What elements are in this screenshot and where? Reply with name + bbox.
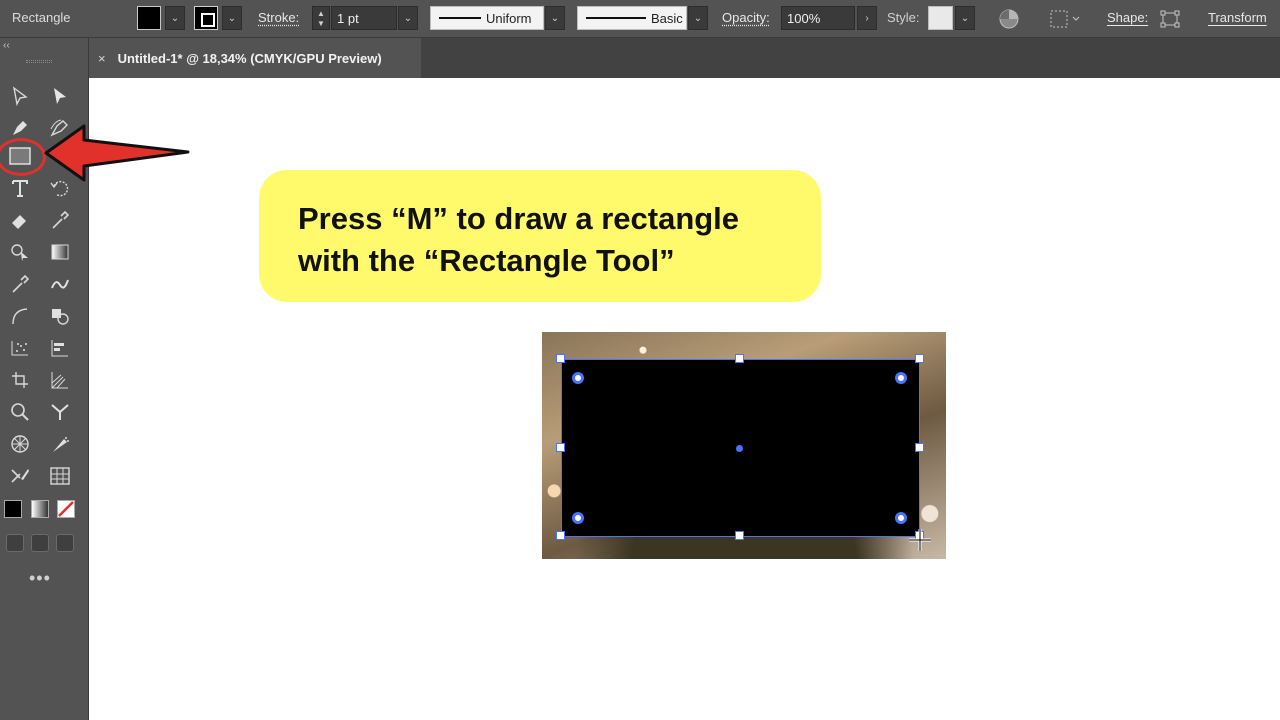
stroke-label[interactable]: Stroke: [258,10,299,25]
knife-tool-icon[interactable] [46,430,74,458]
eraser-tool-icon[interactable] [6,206,34,234]
opacity-field[interactable]: 100% [781,6,855,30]
gradient-tool-icon[interactable] [46,238,74,266]
instruction-callout: Press “M” to draw a rectangle with the “… [259,170,821,302]
stroke-weight-field[interactable]: 1 pt [331,6,397,30]
rectangle-center-point [736,445,743,452]
shape-builder-tool-icon[interactable] [6,238,34,266]
symbol-sprayer-icon[interactable] [6,334,34,362]
corner-radius-widget-bottom-right[interactable] [895,512,907,524]
opacity-expand-icon[interactable]: › [857,6,877,30]
fill-indicator[interactable] [4,500,22,518]
artboard-tool-icon[interactable] [6,366,34,394]
corner-radius-widget-top-right[interactable] [895,372,907,384]
corner-radius-widget-top-left[interactable] [572,372,584,384]
bounding-handle-middle-left[interactable] [556,443,565,452]
callout-line-2: with the “Rectangle Tool” [298,243,675,278]
shape-label[interactable]: Shape: [1107,10,1148,25]
shape-properties-icon[interactable] [1159,6,1181,31]
style-label: Style: [887,10,920,25]
bounding-handle-top-center[interactable] [735,354,744,363]
collapse-panel-icon[interactable]: ‹‹ [3,40,10,51]
document-tab[interactable]: × Untitled-1* @ 18,34% (CMYK/GPU Preview… [89,38,421,78]
perspective-grid-icon[interactable] [46,366,74,394]
rectangle-tool-highlight [0,138,46,176]
draw-behind-icon[interactable] [31,534,49,552]
column-graph-icon[interactable] [46,334,74,362]
recolor-artwork-icon[interactable] [998,6,1020,31]
control-bar: Rectangle ⌄ ⌄ Stroke: ▲ ▼ 1 pt ⌄ Uniform … [0,0,1280,38]
none-indicator[interactable] [57,500,75,518]
bounding-handle-top-right[interactable] [915,354,924,363]
variable-width-chevron-icon[interactable]: ⌄ [545,6,565,30]
bounding-handle-bottom-left[interactable] [556,531,565,540]
stroke-color-swatch[interactable] [194,6,218,30]
selection-tool-icon[interactable] [6,82,34,110]
arc-tool-icon[interactable] [6,302,34,330]
brush-chevron-icon[interactable]: ⌄ [688,6,708,30]
brush-label: Basic [651,10,683,26]
crosshair-cursor-icon [909,529,931,551]
zoom-tool-icon[interactable] [6,398,34,426]
brush-definition[interactable]: Basic [577,6,687,30]
variable-width-profile[interactable]: Uniform [430,6,544,30]
corner-radius-widget-bottom-left[interactable] [572,512,584,524]
warp-tool-icon[interactable] [6,430,34,458]
edit-toolbar-icon[interactable]: ••• [29,568,51,589]
direct-selection-tool-icon[interactable] [46,82,74,110]
mesh-tool-icon[interactable] [46,462,74,490]
fill-dropdown-chevron-icon[interactable]: ⌄ [165,6,185,30]
fill-color-swatch[interactable] [137,6,161,30]
variable-width-label: Uniform [486,10,532,26]
stroke-weight-chevron-icon[interactable]: ⌄ [398,6,418,30]
scissors-brush-icon[interactable] [6,462,34,490]
draw-normal-icon[interactable] [6,534,24,552]
close-tab-icon[interactable]: × [98,51,106,66]
bounding-handle-middle-right[interactable] [915,443,924,452]
stroke-weight-stepper[interactable]: ▲ ▼ [312,6,330,30]
gradient-indicator[interactable] [31,500,49,518]
opacity-label[interactable]: Opacity: [722,10,770,25]
live-paint-icon[interactable] [46,302,74,330]
graphic-style-swatch[interactable] [928,6,953,30]
pointer-arrow-annotation [44,124,190,182]
document-tab-bar: × Untitled-1* @ 18,34% (CMYK/GPU Preview… [89,38,1280,78]
stroke-dropdown-chevron-icon[interactable]: ⌄ [222,6,242,30]
tool-name-label: Rectangle [12,10,71,25]
align-to-icon[interactable] [1049,6,1081,31]
type-tool-icon[interactable] [6,174,34,202]
document-tab-title: Untitled-1* @ 18,34% (CMYK/GPU Preview) [117,50,382,66]
puppet-warp-icon[interactable] [46,398,74,426]
bounding-handle-bottom-center[interactable] [735,531,744,540]
eyedropper-alt-tool-icon[interactable] [46,206,74,234]
transform-link[interactable]: Transform [1208,10,1267,25]
panel-grip[interactable] [26,60,52,63]
eyedropper-tool-icon[interactable] [6,270,34,298]
blend-tool-icon[interactable] [46,270,74,298]
draw-inside-icon[interactable] [56,534,74,552]
style-chevron-icon[interactable]: ⌄ [955,6,975,30]
callout-line-1: Press “M” to draw a rectangle [298,201,740,236]
bounding-handle-top-left[interactable] [556,354,565,363]
